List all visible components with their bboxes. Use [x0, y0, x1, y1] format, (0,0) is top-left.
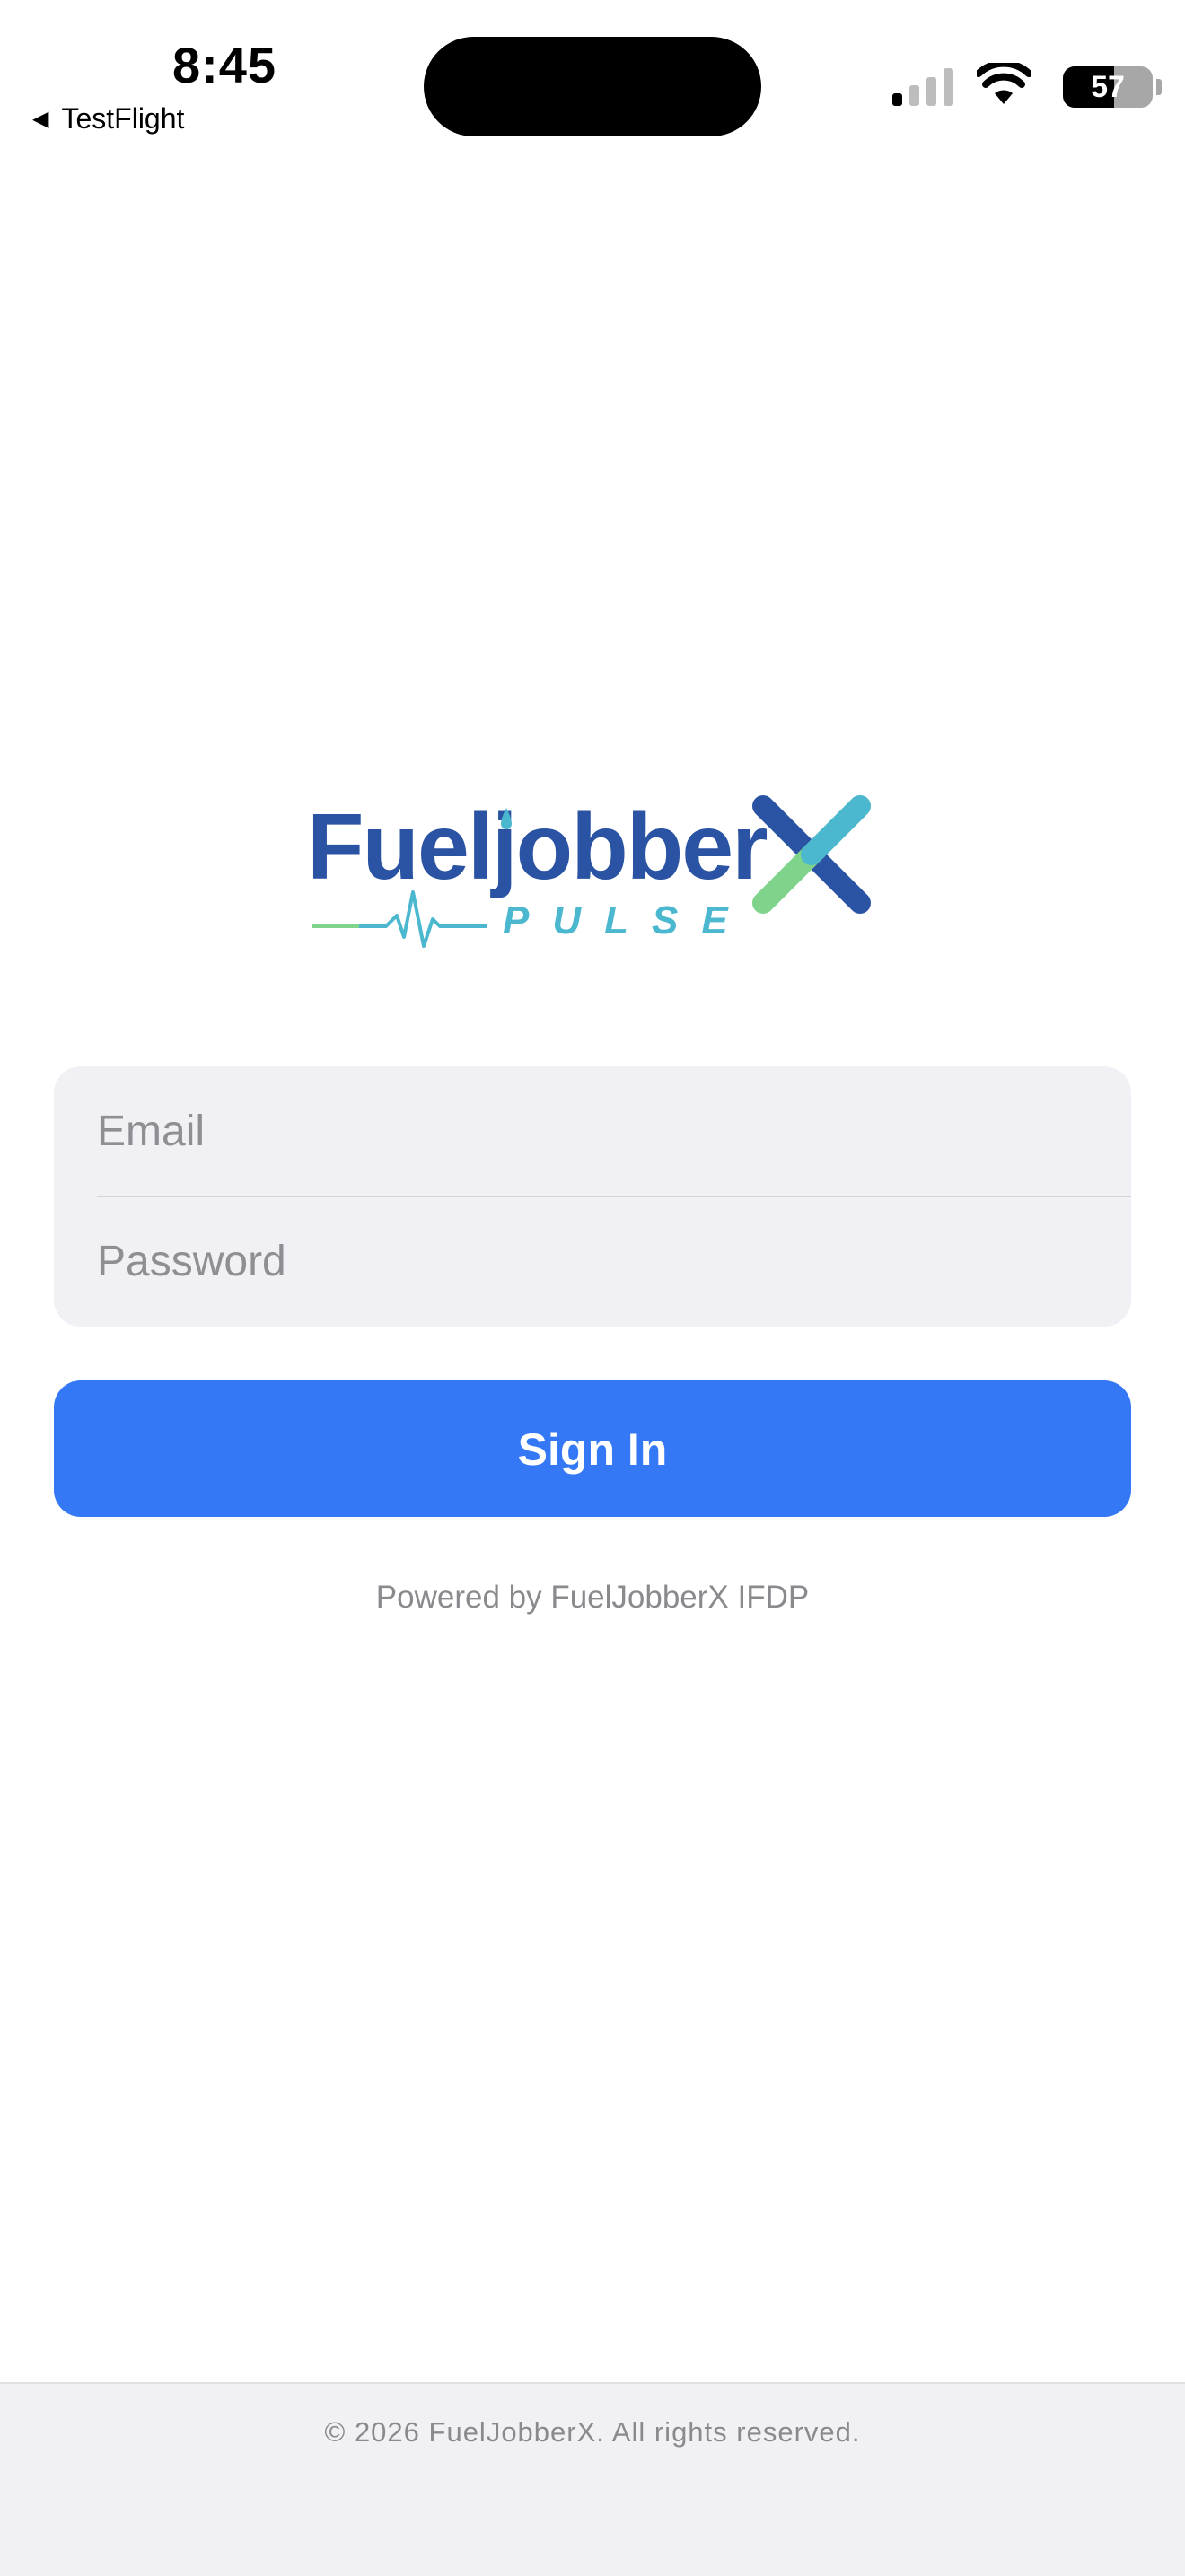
cellular-signal-icon [892, 68, 953, 106]
status-time: 8:45 [171, 37, 277, 93]
back-to-testflight-link[interactable]: ◀ TestFlight [32, 99, 184, 138]
logo-subtitle: PULSE [503, 898, 751, 942]
back-triangle-icon: ◀ [32, 106, 49, 131]
dynamic-island [424, 37, 761, 136]
battery-icon: 57 [1063, 66, 1153, 108]
powered-by-text: Powered by FuelJobberX IFDP [375, 1580, 810, 1615]
wifi-icon [977, 63, 1031, 104]
copyright-text: © 2026 FuelJobberX. All rights reserved. [324, 2416, 861, 2448]
email-input[interactable] [97, 1066, 1131, 1196]
login-form [54, 1066, 1131, 1327]
password-input[interactable] [97, 1196, 1131, 1327]
app-logo: Fueljobber PULSE [296, 783, 889, 953]
status-icons: 57 [808, 0, 1185, 153]
back-link-label: TestFlight [61, 101, 185, 135]
battery-percent: 57 [1091, 70, 1125, 104]
sign-in-button[interactable]: Sign In [54, 1380, 1131, 1517]
status-bar: 8:45 ◀ TestFlight 57 [0, 0, 1185, 153]
battery-cap [1156, 79, 1162, 95]
footer: © 2026 FuelJobberX. All rights reserved. [0, 2382, 1185, 2576]
